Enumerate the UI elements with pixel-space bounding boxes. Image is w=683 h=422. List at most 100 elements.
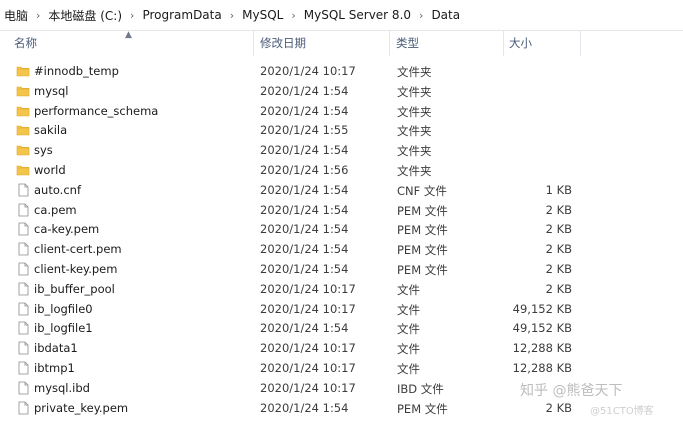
file-type: 文件 [397, 322, 420, 337]
file-name: client-key.pem [34, 261, 118, 276]
file-date: 2020/1/24 1:54 [260, 242, 349, 257]
file-icon [16, 321, 30, 335]
file-type: 文件 [397, 302, 420, 317]
file-icon [16, 262, 30, 276]
column-type[interactable]: 类型 [396, 30, 419, 56]
column-divider[interactable] [580, 30, 581, 56]
file-list: #innodb_temp 2020/1/24 10:17 文件夹 mysql 2020/… [0, 62, 683, 418]
file-name: ib_logfile0 [34, 301, 93, 316]
file-type: 文件夹 [397, 65, 432, 79]
file-date: 2020/1/24 1:54 [260, 400, 349, 415]
column-size[interactable]: 大小 [509, 30, 532, 56]
file-size: 49,152 KB [512, 301, 572, 316]
file-type: 文件 [397, 282, 420, 297]
file-date: 2020/1/24 10:17 [260, 341, 356, 356]
file-row[interactable]: private_key.pem 2020/1/24 1:54 PEM 文件 2 KB [0, 399, 683, 419]
folder-icon [16, 143, 30, 157]
breadcrumb-item[interactable]: 电脑 [0, 7, 32, 24]
file-name: ib_buffer_pool [34, 281, 115, 296]
file-row[interactable]: ib_logfile0 2020/1/24 10:17 文件 49,152 KB [0, 300, 683, 320]
file-row[interactable]: world 2020/1/24 1:56 文件夹 [0, 161, 683, 181]
column-date[interactable]: 修改日期 [260, 30, 306, 56]
breadcrumb-separator-icon[interactable]: › [287, 9, 299, 22]
file-name: performance_schema [34, 103, 159, 118]
file-size: 1 KB [545, 182, 572, 197]
file-size: 49,152 KB [512, 321, 572, 336]
file-icon [16, 401, 30, 415]
file-icon [16, 381, 30, 395]
file-name: mysql [34, 83, 69, 98]
breadcrumb-item[interactable]: ProgramData [138, 8, 225, 22]
column-divider[interactable] [503, 30, 504, 56]
file-name: ib_logfile1 [34, 321, 93, 336]
file-row[interactable]: auto.cnf 2020/1/24 1:54 CNF 文件 1 KB [0, 181, 683, 201]
file-name: sakila [34, 123, 68, 138]
column-name[interactable]: 名称 [14, 30, 37, 56]
file-name: auto.cnf [34, 182, 81, 197]
file-type: 文件夹 [397, 144, 432, 159]
file-row[interactable]: ca-key.pem 2020/1/24 1:54 PEM 文件 2 KB [0, 220, 683, 240]
file-date: 2020/1/24 10:17 [260, 380, 356, 395]
file-row[interactable]: sakila 2020/1/24 1:55 文件夹 [0, 121, 683, 141]
file-row[interactable]: client-cert.pem 2020/1/24 1:54 PEM 文件 2 KB [0, 240, 683, 260]
file-row[interactable]: mysql 2020/1/24 1:54 文件夹 [0, 82, 683, 102]
file-date: 2020/1/24 1:54 [260, 143, 349, 158]
breadcrumb-item[interactable]: Data [427, 8, 464, 22]
file-date: 2020/1/24 1:54 [260, 321, 349, 336]
file-row[interactable]: client-key.pem 2020/1/24 1:54 PEM 文件 2 KB [0, 260, 683, 280]
file-date: 2020/1/24 10:17 [260, 301, 356, 316]
file-name: ibtmp1 [34, 360, 75, 375]
folder-icon [16, 84, 30, 98]
folder-icon [16, 163, 30, 177]
file-date: 2020/1/24 1:56 [260, 162, 349, 177]
file-type: 文件夹 [397, 124, 432, 139]
breadcrumb-item[interactable]: 本地磁盘 (C:) [44, 7, 126, 24]
file-type: PEM 文件 [397, 262, 448, 277]
file-type: IBD 文件 [397, 381, 444, 396]
file-name: world [34, 162, 66, 177]
file-row[interactable]: ibdata1 2020/1/24 10:17 文件 12,288 KB [0, 339, 683, 359]
file-name: ca.pem [34, 202, 77, 217]
file-icon [16, 302, 30, 316]
file-row[interactable]: ib_buffer_pool 2020/1/24 10:17 文件 2 KB [0, 280, 683, 300]
file-row[interactable]: ib_logfile1 2020/1/24 1:54 文件 49,152 KB [0, 319, 683, 339]
file-row[interactable]: ibtmp1 2020/1/24 10:17 文件 12,288 KB [0, 359, 683, 379]
file-date: 2020/1/24 1:54 [260, 261, 349, 276]
file-icon [16, 282, 30, 296]
file-row[interactable]: performance_schema 2020/1/24 1:54 文件夹 [0, 102, 683, 122]
file-date: 2020/1/24 1:54 [260, 222, 349, 237]
breadcrumb-item[interactable]: MySQL Server 8.0 [300, 8, 415, 22]
file-row[interactable]: sys 2020/1/24 1:54 文件夹 [0, 141, 683, 161]
file-icon [16, 341, 30, 355]
file-name: private_key.pem [34, 400, 129, 415]
file-row[interactable]: ca.pem 2020/1/24 1:54 PEM 文件 2 KB [0, 201, 683, 221]
breadcrumb-separator-icon[interactable]: › [415, 9, 427, 22]
breadcrumb-separator-icon[interactable]: › [226, 9, 238, 22]
file-icon [16, 361, 30, 375]
file-icon [16, 222, 30, 236]
breadcrumb: 电脑 › 本地磁盘 (C:) › ProgramData › MySQL › MySQL Ser… [0, 0, 683, 31]
file-date: 2020/1/24 10:17 [260, 281, 356, 296]
breadcrumb-item[interactable]: MySQL [238, 8, 287, 22]
breadcrumb-separator-icon[interactable]: › [126, 9, 138, 22]
file-date: 2020/1/24 1:54 [260, 103, 349, 118]
column-divider[interactable] [253, 30, 254, 56]
file-type: 文件夹 [397, 104, 432, 119]
file-date: 2020/1/24 1:54 [260, 202, 349, 217]
file-type: PEM 文件 [397, 203, 448, 218]
file-date: 2020/1/24 1:54 [260, 83, 349, 98]
column-divider[interactable] [389, 30, 390, 56]
file-size: 12,288 KB [512, 341, 572, 356]
file-type: 文件 [397, 361, 420, 376]
file-size: 2 KB [545, 400, 572, 415]
file-name: sys [34, 143, 53, 158]
folder-icon [16, 123, 30, 137]
file-name: #innodb_temp [34, 64, 119, 78]
file-row[interactable]: #innodb_temp 2020/1/24 10:17 文件夹 [0, 62, 683, 82]
file-name: mysql.ibd [34, 380, 90, 395]
file-size: 2 KB [545, 242, 572, 257]
file-size: 2 KB [545, 261, 572, 276]
file-type: 文件 [397, 342, 420, 357]
file-type: PEM 文件 [397, 223, 448, 238]
breadcrumb-separator-icon[interactable]: › [32, 9, 44, 22]
